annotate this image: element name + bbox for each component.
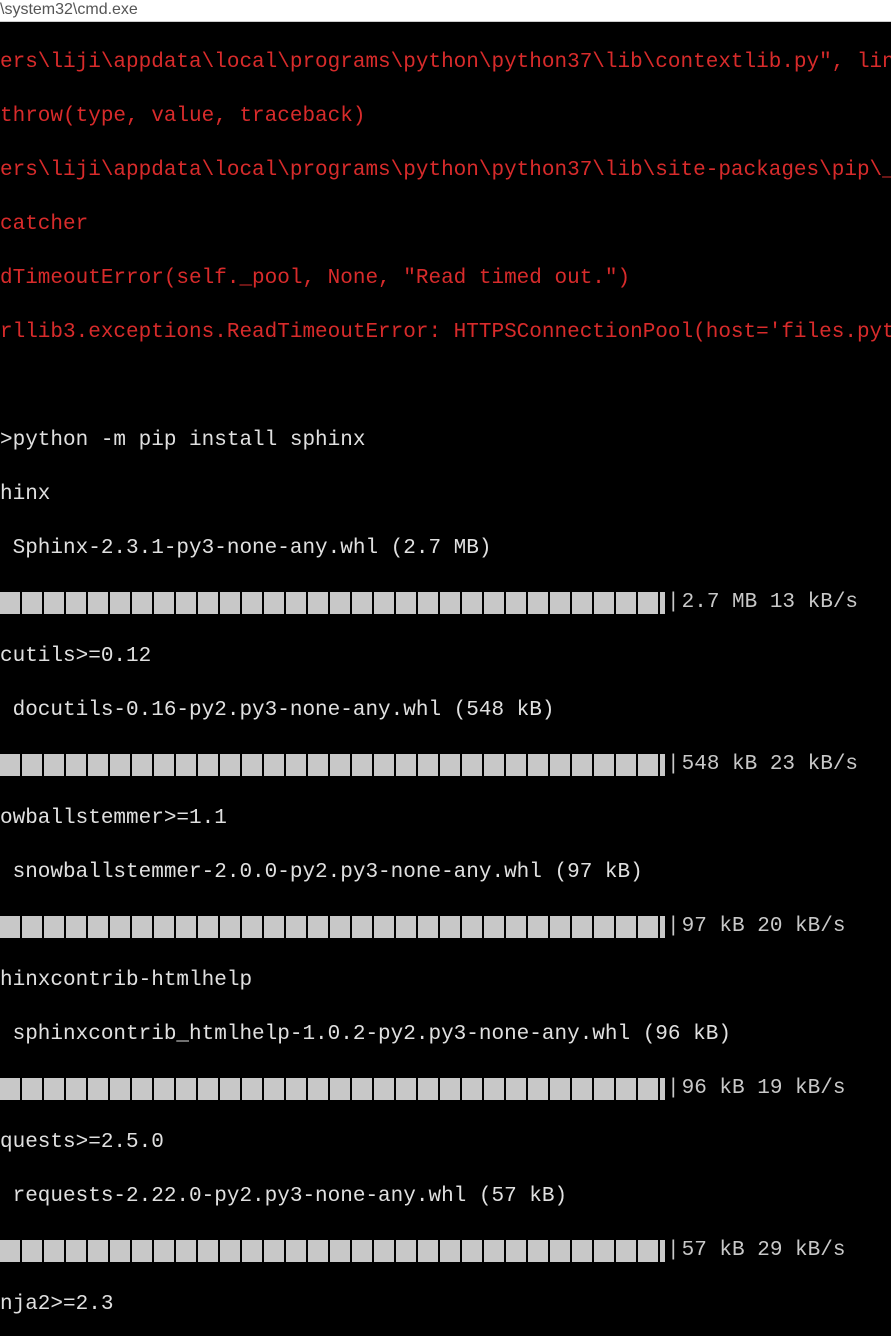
separator: | bbox=[665, 913, 682, 940]
collecting-line: owballstemmer>=1.1 bbox=[0, 805, 891, 832]
progress-line: |548 kB 23 kB/s bbox=[0, 751, 891, 778]
error-line: ers\liji\appdata\local\programs\python\p… bbox=[0, 157, 891, 184]
error-line: catcher bbox=[0, 211, 891, 238]
wheel-line: Sphinx-2.3.1-py3-none-any.whl (2.7 MB) bbox=[0, 535, 891, 562]
separator: | bbox=[665, 751, 682, 778]
progress-bar bbox=[0, 592, 665, 614]
wheel-line: docutils-0.16-py2.py3-none-any.whl (548 … bbox=[0, 697, 891, 724]
progress-stats: 57 kB 29 kB/s bbox=[682, 1237, 846, 1264]
collecting-line: quests>=2.5.0 bbox=[0, 1129, 891, 1156]
progress-stats: 97 kB 20 kB/s bbox=[682, 913, 846, 940]
command-line: >python -m pip install sphinx bbox=[0, 427, 891, 454]
window-title: \system32\cmd.exe bbox=[0, 1, 138, 18]
progress-line: |57 kB 29 kB/s bbox=[0, 1237, 891, 1264]
wheel-line: sphinxcontrib_htmlhelp-1.0.2-py2.py3-non… bbox=[0, 1021, 891, 1048]
progress-bar bbox=[0, 754, 665, 776]
wheel-line: requests-2.22.0-py2.py3-none-any.whl (57… bbox=[0, 1183, 891, 1210]
wheel-line: snowballstemmer-2.0.0-py2.py3-none-any.w… bbox=[0, 859, 891, 886]
error-line: rllib3.exceptions.ReadTimeoutError: HTTP… bbox=[0, 319, 891, 346]
progress-line: |96 kB 19 kB/s bbox=[0, 1075, 891, 1102]
error-line: throw(type, value, traceback) bbox=[0, 103, 891, 130]
progress-stats: 2.7 MB 13 kB/s bbox=[682, 589, 858, 616]
progress-bar bbox=[0, 1240, 665, 1262]
blank-line bbox=[0, 373, 891, 400]
progress-bar bbox=[0, 1078, 665, 1100]
progress-line: |97 kB 20 kB/s bbox=[0, 913, 891, 940]
collecting-line: nja2>=2.3 bbox=[0, 1291, 891, 1318]
separator: | bbox=[665, 1075, 682, 1102]
separator: | bbox=[665, 589, 682, 616]
progress-stats: 96 kB 19 kB/s bbox=[682, 1075, 846, 1102]
progress-line: |2.7 MB 13 kB/s bbox=[0, 589, 891, 616]
collecting-line: hinx bbox=[0, 481, 891, 508]
separator: | bbox=[665, 1237, 682, 1264]
progress-stats: 548 kB 23 kB/s bbox=[682, 751, 858, 778]
window-titlebar: \system32\cmd.exe bbox=[0, 0, 891, 22]
collecting-line: hinxcontrib-htmlhelp bbox=[0, 967, 891, 994]
error-line: dTimeoutError(self._pool, None, "Read ti… bbox=[0, 265, 891, 292]
error-line: ers\liji\appdata\local\programs\python\p… bbox=[0, 49, 891, 76]
progress-bar bbox=[0, 916, 665, 938]
terminal-output[interactable]: ers\liji\appdata\local\programs\python\p… bbox=[0, 22, 891, 1336]
collecting-line: cutils>=0.12 bbox=[0, 643, 891, 670]
